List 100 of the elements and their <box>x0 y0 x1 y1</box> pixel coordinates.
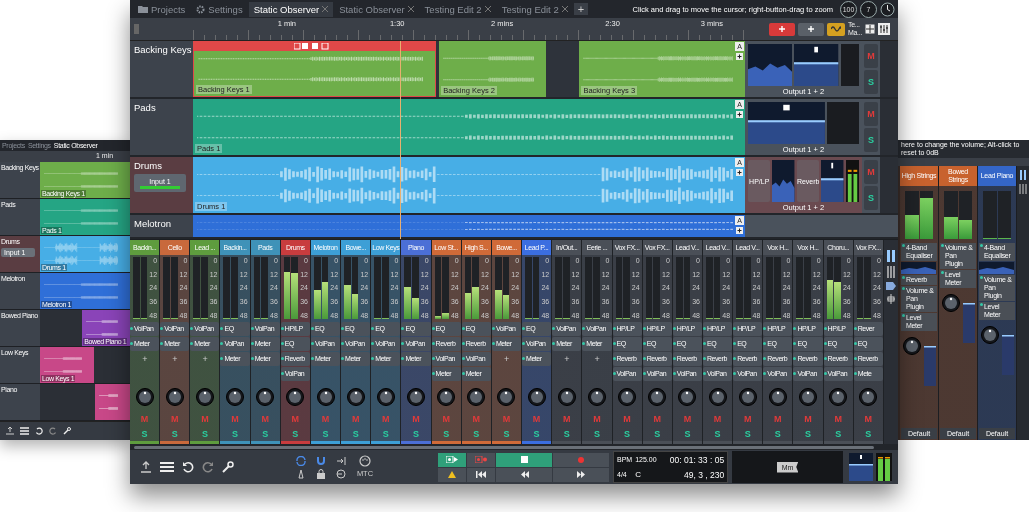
tab[interactable]: Settings <box>191 1 248 17</box>
tab[interactable]: Projects <box>133 1 191 17</box>
solo-button[interactable]: S <box>763 426 793 442</box>
knob[interactable] <box>225 386 246 407</box>
tab[interactable]: Testing Edit 2 <box>496 1 573 17</box>
plus-icon[interactable] <box>736 169 743 176</box>
solo-button[interactable]: S <box>864 186 878 210</box>
solo-button[interactable]: S <box>491 426 522 442</box>
knob[interactable] <box>406 386 426 407</box>
mixer-icon[interactable] <box>878 23 891 35</box>
knob[interactable] <box>828 386 849 407</box>
knob[interactable] <box>496 386 517 407</box>
knob[interactable] <box>941 293 961 313</box>
knob[interactable] <box>902 336 922 356</box>
knob[interactable] <box>707 386 728 407</box>
meter-view-icon[interactable] <box>886 250 896 262</box>
record-mode-button[interactable] <box>438 452 466 467</box>
knob[interactable] <box>285 386 306 407</box>
plus-icon[interactable] <box>736 227 743 234</box>
midi-icon[interactable] <box>359 454 371 467</box>
magnet-icon[interactable] <box>316 455 326 466</box>
fader[interactable] <box>1002 335 1014 375</box>
warning-button[interactable] <box>438 467 466 482</box>
tab[interactable]: Static Observer <box>248 1 334 17</box>
add-plugin-button[interactable]: + <box>582 351 612 366</box>
knob[interactable] <box>858 386 879 407</box>
meter-view-icon[interactable] <box>886 266 896 278</box>
wrench-icon[interactable] <box>63 427 71 435</box>
punch-in-icon[interactable] <box>336 455 346 466</box>
fader[interactable] <box>963 303 975 343</box>
solo-button[interactable]: S <box>823 426 853 442</box>
knob[interactable] <box>767 386 788 407</box>
fader-icon[interactable] <box>886 294 896 304</box>
knob[interactable] <box>164 386 185 407</box>
solo-button[interactable]: S <box>341 426 371 442</box>
lock-icon[interactable] <box>316 468 326 479</box>
knob[interactable] <box>194 386 215 407</box>
add-plugin-button[interactable]: + <box>130 351 160 366</box>
solo-button[interactable]: S <box>220 426 250 442</box>
add-plugin-button[interactable]: + <box>491 351 522 366</box>
automation-button[interactable] <box>827 22 845 36</box>
knob[interactable] <box>134 386 155 407</box>
menu-icon[interactable] <box>20 427 29 435</box>
solo-button[interactable]: S <box>371 426 401 442</box>
rewind-button[interactable] <box>496 467 552 482</box>
solo-button[interactable]: S <box>130 426 160 442</box>
knob[interactable] <box>315 386 336 407</box>
solo-button[interactable]: S <box>280 426 310 442</box>
solo-button[interactable]: S <box>190 426 220 442</box>
sync-icon[interactable] <box>336 468 346 479</box>
solo-button[interactable]: S <box>642 426 672 442</box>
add-button[interactable] <box>798 22 824 36</box>
plus-icon[interactable] <box>736 53 743 60</box>
knob[interactable] <box>436 386 457 407</box>
grid-icon[interactable] <box>865 24 876 34</box>
solo-button[interactable]: S <box>702 426 733 442</box>
knob[interactable] <box>556 386 577 407</box>
solo-button[interactable]: S <box>522 426 552 442</box>
redo-icon[interactable] <box>49 427 57 435</box>
meter-view-icon[interactable] <box>1019 170 1027 180</box>
add-plugin-button[interactable]: + <box>552 351 582 366</box>
loop-icon[interactable] <box>296 455 306 466</box>
knob[interactable] <box>255 386 276 407</box>
solo-button[interactable]: S <box>793 426 823 442</box>
skip-back-button[interactable] <box>467 467 495 482</box>
add-plugin-button[interactable]: + <box>160 351 190 366</box>
scrollbar[interactable] <box>134 445 874 449</box>
solo-button[interactable]: S <box>401 426 431 442</box>
tab[interactable]: Static Observer <box>334 1 419 17</box>
tab[interactable]: Testing Edit 2 <box>419 1 496 17</box>
knob[interactable] <box>526 386 547 407</box>
fader[interactable] <box>924 346 936 386</box>
clock-icon[interactable] <box>880 1 895 17</box>
knob[interactable] <box>345 386 366 407</box>
audio-clip[interactable] <box>193 215 745 237</box>
solo-button[interactable]: S <box>250 426 280 442</box>
solo-button[interactable]: S <box>864 70 878 94</box>
solo-button[interactable]: S <box>672 426 702 442</box>
solo-button[interactable]: S <box>612 426 642 442</box>
solo-button[interactable]: S <box>310 426 341 442</box>
solo-button[interactable]: S <box>582 426 612 442</box>
add-plugin-button[interactable]: + <box>190 351 220 366</box>
knob[interactable] <box>677 386 698 407</box>
upload-icon[interactable] <box>6 427 14 435</box>
knob[interactable] <box>586 386 607 407</box>
solo-button[interactable]: S <box>733 426 763 442</box>
solo-button[interactable]: S <box>160 426 190 442</box>
solo-button[interactable]: S <box>853 426 883 442</box>
solo-button[interactable]: S <box>461 426 491 442</box>
plus-icon[interactable] <box>736 111 743 118</box>
knob[interactable] <box>466 386 487 407</box>
fast-forward-button[interactable] <box>553 467 609 482</box>
new-tab-button[interactable]: + <box>573 3 589 15</box>
knob[interactable] <box>980 325 1000 345</box>
knob[interactable] <box>798 386 818 407</box>
knob[interactable] <box>647 386 668 407</box>
add-track-button[interactable] <box>769 22 795 36</box>
solo-button[interactable]: S <box>552 426 582 442</box>
metronome-icon[interactable] <box>296 468 306 479</box>
solo-button[interactable]: S <box>864 128 878 152</box>
